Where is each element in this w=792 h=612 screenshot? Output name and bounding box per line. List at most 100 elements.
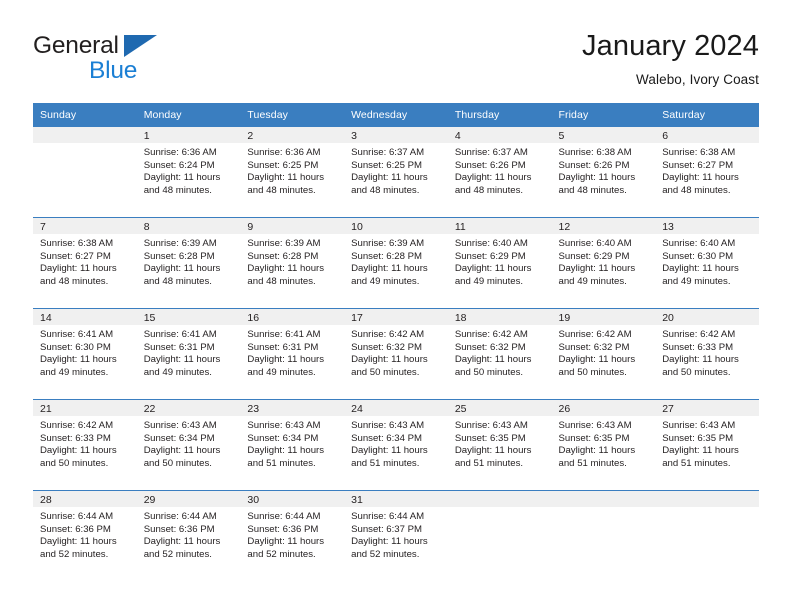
sunset-time: Sunset: 6:34 PM <box>351 432 423 444</box>
day-cell-inner: 15 Sunrise: 6:41 AM Sunset: 6:31 PM Dayligh… <box>136 309 241 399</box>
day-cell[interactable]: 25 Sunrise: 6:43 AM Sunset: 6:35 PM Dayligh… <box>447 399 552 491</box>
day-cell-inner: 27 Sunrise: 6:43 AM Sunset: 6:35 PM Dayligh… <box>655 400 759 490</box>
day-cell[interactable]: 15 Sunrise: 6:41 AM Sunset: 6:31 PM Dayligh… <box>136 308 241 400</box>
daylight-duration-line2: and 49 minutes. <box>662 275 731 287</box>
day-cell[interactable]: 1 Sunrise: 6:36 AM Sunset: 6:24 PM Daylight… <box>136 127 241 218</box>
day-cell[interactable]: 10 Sunrise: 6:39 AM Sunset: 6:28 PM Dayligh… <box>344 217 448 309</box>
day-cell-details: Sunrise: 6:43 AM Sunset: 6:34 PM Daylight:… <box>240 416 344 470</box>
day-number: 26 <box>551 400 656 416</box>
weekday-header-friday: Friday <box>551 103 656 127</box>
daylight-duration-line1: Daylight: 11 hours <box>558 445 636 457</box>
day-cell-inner: 6 Sunrise: 6:38 AM Sunset: 6:27 PM Daylight… <box>655 127 759 217</box>
day-cell[interactable]: 8 Sunrise: 6:39 AM Sunset: 6:28 PM Daylight… <box>136 217 241 309</box>
daylight-duration-line1: Daylight: 11 hours <box>143 445 221 457</box>
sunset-time: Sunset: 6:34 PM <box>247 432 319 444</box>
day-cell-inner: 5 Sunrise: 6:38 AM Sunset: 6:26 PM Daylight… <box>551 127 656 217</box>
daylight-duration-line1: Daylight: 11 hours <box>662 172 739 184</box>
daylight-duration-line2: and 52 minutes. <box>40 548 109 560</box>
day-number: 1 <box>136 127 241 143</box>
daylight-duration-line2: and 51 minutes. <box>662 457 731 469</box>
day-cell-inner <box>655 491 759 581</box>
day-cell-inner: 19 Sunrise: 6:42 AM Sunset: 6:32 PM Dayligh… <box>551 309 656 399</box>
sunrise-time: Sunrise: 6:36 AM <box>143 147 217 158</box>
daylight-duration-line2: and 51 minutes. <box>454 457 524 469</box>
day-cell[interactable]: 16 Sunrise: 6:41 AM Sunset: 6:31 PM Dayligh… <box>240 308 345 400</box>
sunrise-time: Sunrise: 6:38 AM <box>558 147 632 158</box>
day-cell-inner: 28 Sunrise: 6:44 AM Sunset: 6:36 PM Dayligh… <box>33 491 137 581</box>
day-cell[interactable]: 18 Sunrise: 6:42 AM Sunset: 6:32 PM Dayligh… <box>447 308 552 400</box>
daylight-duration-line2: and 48 minutes. <box>143 275 212 287</box>
day-cell[interactable]: 29 Sunrise: 6:44 AM Sunset: 6:36 PM Dayligh… <box>136 490 241 581</box>
day-cell[interactable]: 7 Sunrise: 6:38 AM Sunset: 6:27 PM Daylight… <box>33 217 137 309</box>
day-cell[interactable]: 22 Sunrise: 6:43 AM Sunset: 6:34 PM Dayligh… <box>136 399 241 491</box>
day-cell[interactable]: 2 Sunrise: 6:36 AM Sunset: 6:25 PM Daylight… <box>240 127 345 218</box>
page-title: January 2024 <box>582 30 759 62</box>
day-cell-details: Sunrise: 6:40 AM Sunset: 6:29 PM Daylight:… <box>448 234 552 288</box>
day-cell[interactable]: 31 Sunrise: 6:44 AM Sunset: 6:37 PM Dayligh… <box>344 490 448 581</box>
calendar-week-row: 1 Sunrise: 6:36 AM Sunset: 6:24 PM Daylight… <box>33 127 759 218</box>
page-header: General Blue January 2024 Walebo, Ivory … <box>33 28 759 98</box>
day-number: 21 <box>33 400 137 416</box>
daylight-duration-line1: Daylight: 11 hours <box>143 172 221 184</box>
sunset-time: Sunset: 6:26 PM <box>454 159 526 171</box>
sunrise-time: Sunrise: 6:39 AM <box>351 238 425 249</box>
day-cell-details: Sunrise: 6:41 AM Sunset: 6:31 PM Daylight:… <box>137 325 241 379</box>
day-cell[interactable]: 6 Sunrise: 6:38 AM Sunset: 6:27 PM Daylight… <box>655 127 759 218</box>
day-cell[interactable]: 28 Sunrise: 6:44 AM Sunset: 6:36 PM Dayligh… <box>33 490 137 581</box>
day-cell-inner: 29 Sunrise: 6:44 AM Sunset: 6:36 PM Dayligh… <box>136 491 241 581</box>
logo-text-blue: Blue <box>89 57 138 84</box>
day-number: 27 <box>655 400 759 416</box>
daylight-duration-line1: Daylight: 11 hours <box>143 536 221 548</box>
sunset-time: Sunset: 6:36 PM <box>143 523 215 535</box>
day-cell[interactable]: 13 Sunrise: 6:40 AM Sunset: 6:30 PM Dayligh… <box>655 217 759 309</box>
daylight-duration-line1: Daylight: 11 hours <box>247 445 325 457</box>
day-number: 10 <box>344 218 448 234</box>
day-cell-empty <box>33 127 137 218</box>
daylight-duration-line1: Daylight: 11 hours <box>351 536 428 548</box>
day-cell[interactable]: 20 Sunrise: 6:42 AM Sunset: 6:33 PM Dayligh… <box>655 308 759 400</box>
weekday-header-thursday: Thursday <box>447 103 552 127</box>
day-cell-inner: 11 Sunrise: 6:40 AM Sunset: 6:29 PM Dayligh… <box>447 218 552 308</box>
day-cell[interactable]: 26 Sunrise: 6:43 AM Sunset: 6:35 PM Dayligh… <box>551 399 656 491</box>
day-number: 31 <box>344 491 448 507</box>
daylight-duration-line2: and 51 minutes. <box>558 457 627 469</box>
day-cell[interactable]: 11 Sunrise: 6:40 AM Sunset: 6:29 PM Dayligh… <box>447 217 552 309</box>
calendar-week-row: 14 Sunrise: 6:41 AM Sunset: 6:30 PM Dayligh… <box>33 308 759 400</box>
day-cell[interactable]: 21 Sunrise: 6:42 AM Sunset: 6:33 PM Dayligh… <box>33 399 137 491</box>
day-cell[interactable]: 4 Sunrise: 6:37 AM Sunset: 6:26 PM Daylight… <box>447 127 552 218</box>
day-cell-details: Sunrise: 6:43 AM Sunset: 6:35 PM Daylight:… <box>655 416 759 470</box>
sunset-time: Sunset: 6:32 PM <box>351 341 423 353</box>
sunrise-time: Sunrise: 6:39 AM <box>143 238 217 249</box>
day-cell[interactable]: 23 Sunrise: 6:43 AM Sunset: 6:34 PM Dayligh… <box>240 399 345 491</box>
generalblue-logo[interactable]: General Blue <box>33 32 263 88</box>
day-cell[interactable]: 17 Sunrise: 6:42 AM Sunset: 6:32 PM Dayligh… <box>344 308 448 400</box>
calendar-page: General Blue January 2024 Walebo, Ivory … <box>0 0 792 612</box>
sunrise-time: Sunrise: 6:44 AM <box>143 511 217 522</box>
day-cell-details: Sunrise: 6:36 AM Sunset: 6:24 PM Daylight:… <box>137 143 241 197</box>
day-cell-empty <box>655 490 759 581</box>
calendar-header-row: Sunday Monday Tuesday Wednesday Thursday Frid… <box>33 103 759 127</box>
day-cell[interactable]: 12 Sunrise: 6:40 AM Sunset: 6:29 PM Dayligh… <box>551 217 656 309</box>
daylight-duration-line1: Daylight: 11 hours <box>558 172 636 184</box>
day-cell[interactable]: 24 Sunrise: 6:43 AM Sunset: 6:34 PM Dayligh… <box>344 399 448 491</box>
daylight-duration-line2: and 50 minutes. <box>143 457 212 469</box>
day-cell-inner: 24 Sunrise: 6:43 AM Sunset: 6:34 PM Dayligh… <box>344 400 448 490</box>
sunset-time: Sunset: 6:26 PM <box>558 159 630 171</box>
day-cell[interactable]: 5 Sunrise: 6:38 AM Sunset: 6:26 PM Daylight… <box>551 127 656 218</box>
day-number: 30 <box>240 491 345 507</box>
day-cell[interactable]: 14 Sunrise: 6:41 AM Sunset: 6:30 PM Dayligh… <box>33 308 137 400</box>
sunset-time: Sunset: 6:36 PM <box>247 523 319 535</box>
day-number <box>33 127 137 143</box>
day-cell[interactable]: 27 Sunrise: 6:43 AM Sunset: 6:35 PM Dayligh… <box>655 399 759 491</box>
day-number: 7 <box>33 218 137 234</box>
day-cell-details: Sunrise: 6:42 AM Sunset: 6:32 PM Daylight:… <box>344 325 448 379</box>
calendar-week-row: 7 Sunrise: 6:38 AM Sunset: 6:27 PM Daylight… <box>33 217 759 309</box>
day-cell[interactable]: 30 Sunrise: 6:44 AM Sunset: 6:36 PM Dayligh… <box>240 490 345 581</box>
day-number <box>655 491 759 507</box>
day-cell[interactable]: 19 Sunrise: 6:42 AM Sunset: 6:32 PM Dayligh… <box>551 308 656 400</box>
day-cell-details: Sunrise: 6:42 AM Sunset: 6:33 PM Daylight:… <box>33 416 137 470</box>
day-cell-inner: 26 Sunrise: 6:43 AM Sunset: 6:35 PM Dayligh… <box>551 400 656 490</box>
day-cell[interactable]: 3 Sunrise: 6:37 AM Sunset: 6:25 PM Daylight… <box>344 127 448 218</box>
day-cell[interactable]: 9 Sunrise: 6:39 AM Sunset: 6:28 PM Daylight… <box>240 217 345 309</box>
day-cell-details: Sunrise: 6:44 AM Sunset: 6:36 PM Daylight:… <box>33 507 137 561</box>
